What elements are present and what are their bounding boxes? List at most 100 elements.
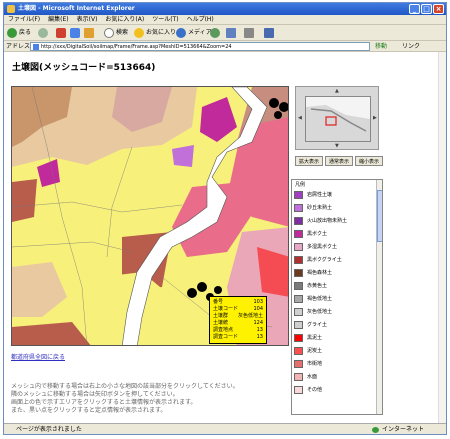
legend-item: 火山放出物未熟土 — [294, 216, 376, 226]
legend-swatch — [294, 256, 303, 264]
menu-tools[interactable]: ツール(T) — [148, 15, 182, 25]
minimap-view[interactable] — [305, 96, 371, 142]
legend-swatch — [294, 373, 303, 381]
edit-icon — [264, 27, 274, 38]
legend-label: 褐色低地土 — [307, 296, 333, 302]
popup-row: 土壌群 灰色低地土 — [213, 313, 263, 319]
legend-swatch — [294, 269, 303, 277]
legend-label: 水面 — [307, 374, 318, 380]
legend-scroll-thumb[interactable] — [377, 190, 382, 242]
legend-item: 褐色森林土 — [294, 268, 376, 278]
survey-point[interactable] — [187, 288, 197, 298]
edit-button[interactable] — [264, 27, 276, 39]
home-icon — [84, 27, 94, 38]
south-arrow-button[interactable]: ▼ — [335, 143, 339, 149]
media-button[interactable]: メディア — [176, 27, 212, 39]
legend-label: 砂丘未熟土 — [307, 205, 333, 211]
links-button[interactable]: リンク — [402, 41, 420, 52]
north-arrow-button[interactable]: ▲ — [335, 88, 339, 94]
legend-label: 黒ボクグライ土 — [307, 257, 342, 263]
ie-logo-icon — [7, 5, 15, 13]
legend-item: グライ土 — [294, 320, 376, 330]
zoom-out-button[interactable]: 縮小表示 — [355, 156, 383, 166]
zoom-in-button[interactable]: 拡大表示 — [295, 156, 323, 166]
legend-item: 赤黄色土 — [294, 281, 376, 291]
popup-row: 土壌コード 104 — [213, 306, 263, 312]
stop-button[interactable] — [56, 27, 68, 39]
legend-item: 灰色低地土 — [294, 307, 376, 317]
legend-item: 砂丘未熟土 — [294, 203, 376, 213]
popup-row: 調査地点 13 — [213, 327, 263, 333]
legend-item: 岩屑性土壌 — [294, 190, 376, 200]
mail-button[interactable] — [226, 27, 238, 39]
legend-swatch — [294, 308, 303, 316]
media-icon — [176, 27, 186, 38]
minimize-button[interactable]: _ — [409, 4, 420, 14]
east-arrow-button[interactable]: ▶ — [373, 115, 377, 121]
brown-forest-area[interactable] — [12, 179, 37, 222]
legend-label: 多湿黒ボク土 — [307, 244, 338, 250]
legend-item: 泥炭土 — [294, 346, 376, 356]
legend-scrollbar[interactable] — [376, 180, 382, 414]
legend-label: 岩屑性土壌 — [307, 192, 333, 198]
menu-help[interactable]: ヘルプ(H) — [183, 15, 218, 25]
legend-swatch — [294, 204, 303, 212]
search-button[interactable]: 検索 — [104, 27, 128, 39]
legend-label: 灰色低地土 — [307, 309, 333, 315]
history-icon — [210, 27, 220, 38]
legend-swatch — [294, 230, 303, 238]
map-legend: 凡例 岩屑性土壌 砂丘未熟土 火山放出物未熟土 黒ボク土 多湿黒ボク土 黒ボクグライ土 褐色… — [291, 179, 383, 415]
legend-swatch — [294, 217, 303, 225]
menu-file[interactable]: ファイル(F) — [4, 15, 44, 25]
back-to-prefecture-link[interactable]: 都道府県全図に戻る — [11, 352, 65, 361]
mail-icon — [226, 27, 236, 38]
address-bar: アドレス(D) http://xxx/DigitalSoil/soilmap/F… — [4, 41, 446, 52]
legend-swatch — [294, 347, 303, 355]
legend-label: 泥炭土 — [307, 348, 323, 354]
legend-swatch — [294, 360, 303, 368]
star-icon — [134, 27, 144, 38]
print-button[interactable] — [244, 27, 256, 39]
page-scrollbar[interactable] — [438, 52, 446, 423]
menu-edit[interactable]: 編集(E) — [44, 15, 72, 25]
back-button[interactable]: 戻る — [7, 27, 31, 39]
survey-point[interactable] — [279, 102, 289, 112]
address-input[interactable]: http://xxx/DigitalSoil/soilmap/Frame/Fra… — [30, 42, 370, 51]
legend-swatch — [294, 321, 303, 329]
favorites-button[interactable]: お気に入り — [134, 27, 176, 39]
go-button[interactable]: 移動 — [375, 41, 387, 52]
refresh-button[interactable] — [70, 27, 82, 39]
close-button[interactable]: × — [433, 4, 444, 14]
survey-point[interactable] — [274, 111, 282, 119]
west-arrow-button[interactable]: ◀ — [298, 115, 302, 121]
legend-item: 市街地 — [294, 359, 376, 369]
home-button[interactable] — [84, 27, 96, 39]
legend-item: 黒ボクグライ土 — [294, 255, 376, 265]
popup-row: 番号 103 — [213, 299, 263, 305]
back-arrow-icon — [7, 27, 17, 38]
status-bar: ページが表示されました インターネット — [4, 423, 446, 434]
popup-row: 土壌統 124 — [213, 320, 263, 326]
history-button[interactable] — [210, 27, 222, 39]
soil-info-popup: 番号 103 土壌コード 104 土壌群 灰色低地土 土壌統 124 調査地点 13 調査… — [209, 296, 267, 344]
forward-button[interactable] — [38, 27, 50, 39]
survey-point[interactable] — [269, 98, 279, 108]
legend-swatch — [294, 243, 303, 251]
legend-swatch — [294, 334, 303, 342]
menu-view[interactable]: 表示(V) — [73, 15, 102, 25]
menu-favorites[interactable]: お気に入り(A) — [101, 15, 148, 25]
toolbar: 戻る 検索 お気に入り メディア — [4, 25, 446, 41]
security-zone: インターネット — [372, 424, 424, 434]
legend-label: グライ土 — [307, 322, 328, 328]
title-bar: 土壌図 - Microsoft Internet Explorer _ □ × — [4, 3, 446, 15]
survey-point[interactable] — [214, 286, 222, 294]
stop-icon — [56, 27, 66, 38]
legend-item: その他 — [294, 385, 376, 395]
normal-view-button[interactable]: 通常表示 — [325, 156, 353, 166]
survey-point[interactable] — [197, 282, 207, 292]
legend-header: 凡例 — [295, 182, 306, 188]
forward-arrow-icon — [38, 27, 48, 38]
page-title: 土壌図(メッシュコード=513664) — [12, 63, 156, 73]
overview-minimap[interactable]: ▲ ▼ ◀ ▶ — [295, 86, 379, 150]
maximize-button[interactable]: □ — [421, 4, 432, 14]
